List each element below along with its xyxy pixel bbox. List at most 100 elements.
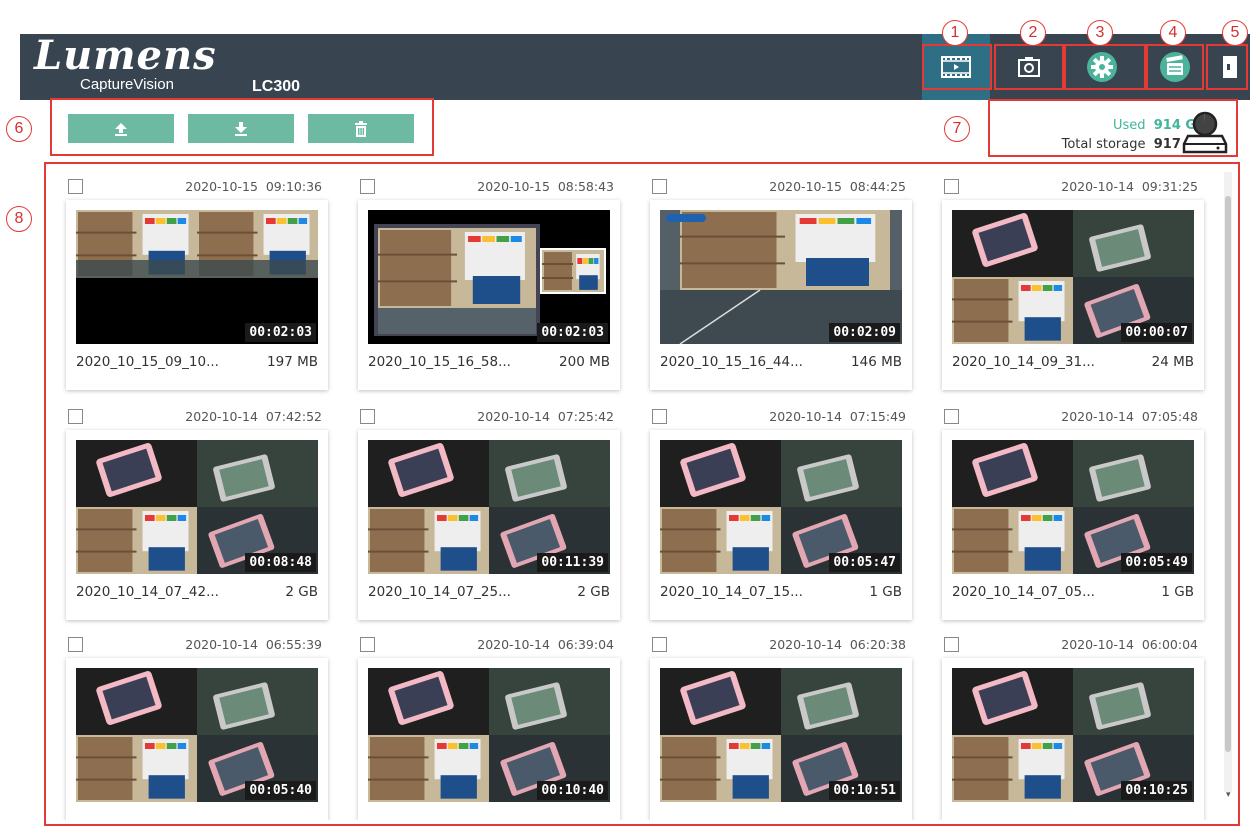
duration-badge: 00:02:03: [537, 323, 608, 342]
filmstrip-icon: [941, 56, 971, 78]
callout-2: 2: [1020, 20, 1046, 46]
duration-badge: 00:05:47: [829, 553, 900, 572]
video-thumbnail[interactable]: 00:10:25: [952, 668, 1194, 802]
recording-timestamp: 2020-10-14 07:42:52: [185, 409, 322, 424]
select-checkbox[interactable]: [652, 409, 667, 424]
duration-badge: 00:00:07: [1121, 323, 1192, 342]
select-checkbox[interactable]: [68, 637, 83, 652]
card-header: 2020-10-14 06:55:39: [50, 630, 334, 654]
duration-badge: 00:02:03: [245, 323, 316, 342]
recording-timestamp: 2020-10-14 06:20:38: [769, 637, 906, 652]
file-name: 2020_10_15_16_44...: [660, 354, 803, 370]
recording-card[interactable]: 2020-10-14 06:00:04 00:10:25: [926, 630, 1210, 820]
file-name: 2020_10_15_09_10...: [76, 354, 219, 370]
download-button[interactable]: [188, 114, 294, 143]
video-thumbnail[interactable]: 00:11:39: [368, 440, 610, 574]
select-checkbox[interactable]: [944, 637, 959, 652]
file-size: 2 GB: [285, 584, 318, 600]
recording-timestamp: 2020-10-15 09:10:36: [185, 179, 322, 194]
recording-tile[interactable]: 00:05:49 2020_10_14_07_05... 1 GB: [942, 430, 1204, 620]
card-header: 2020-10-15 09:10:36: [50, 172, 334, 196]
app-header: Lumens CaptureVision LC300: [20, 34, 1250, 100]
duration-badge: 00:05:40: [245, 781, 316, 800]
recording-tile[interactable]: 00:10:25: [942, 658, 1204, 820]
recording-card[interactable]: 2020-10-15 08:58:43 00:02:03 2020_10_15_…: [342, 172, 626, 390]
recording-card[interactable]: 2020-10-15 09:10:36 00:02:03 2020_10_15_…: [50, 172, 334, 390]
duration-badge: 00:02:09: [829, 323, 900, 342]
file-name: 2020_10_14_07_15...: [660, 584, 803, 600]
recording-tile[interactable]: 00:10:51: [650, 658, 912, 820]
callout-4: 4: [1160, 20, 1186, 46]
model-label: LC300: [252, 78, 301, 95]
recording-timestamp: 2020-10-15 08:58:43: [477, 179, 614, 194]
recording-tile[interactable]: 00:11:39 2020_10_14_07_25... 2 GB: [358, 430, 620, 620]
recording-card[interactable]: 2020-10-14 06:20:38 00:10:51: [634, 630, 918, 820]
video-thumbnail[interactable]: 00:00:07: [952, 210, 1194, 344]
card-header: 2020-10-14 07:42:52: [50, 402, 334, 426]
recording-timestamp: 2020-10-14 07:15:49: [769, 409, 906, 424]
video-thumbnail[interactable]: 00:02:03: [368, 210, 610, 344]
upload-icon: [115, 122, 127, 136]
select-checkbox[interactable]: [68, 179, 83, 194]
select-checkbox[interactable]: [652, 637, 667, 652]
video-thumbnail[interactable]: 00:05:49: [952, 440, 1194, 574]
duration-badge: 00:05:49: [1121, 553, 1192, 572]
callout-7: 7: [944, 116, 970, 142]
select-checkbox[interactable]: [360, 409, 375, 424]
recording-tile[interactable]: 00:10:40: [358, 658, 620, 820]
scroll-down-icon[interactable]: ▾: [1226, 790, 1231, 800]
recording-card[interactable]: 2020-10-14 06:55:39 00:05:40: [50, 630, 334, 820]
recording-timestamp: 2020-10-14 07:05:48: [1061, 409, 1198, 424]
file-size: 200 MB: [559, 354, 610, 370]
delete-button[interactable]: [308, 114, 414, 143]
recording-tile[interactable]: 00:02:03 2020_10_15_09_10... 197 MB: [66, 200, 328, 390]
recording-card[interactable]: 2020-10-14 07:05:48 00:05:49 2020_10_14_…: [926, 402, 1210, 620]
recording-timestamp: 2020-10-15 08:44:25: [769, 179, 906, 194]
recording-card[interactable]: 2020-10-14 09:31:25 00:00:07 2020_10_14_…: [926, 172, 1210, 390]
recording-card[interactable]: 2020-10-14 06:39:04 00:10:40: [342, 630, 626, 820]
recording-tile[interactable]: 00:08:48 2020_10_14_07_42... 2 GB: [66, 430, 328, 620]
upload-button[interactable]: [68, 114, 174, 143]
file-size: 1 GB: [1161, 584, 1194, 600]
logo: Lumens CaptureVision: [34, 36, 217, 94]
card-header: 2020-10-14 06:20:38: [634, 630, 918, 654]
scrollbar-thumb[interactable]: [1225, 196, 1231, 752]
video-thumbnail[interactable]: 00:10:51: [660, 668, 902, 802]
video-thumbnail[interactable]: 00:05:40: [76, 668, 318, 802]
video-thumbnail[interactable]: 00:05:47: [660, 440, 902, 574]
recording-card[interactable]: 2020-10-15 08:44:25 00:02:09 2020_10_15_…: [634, 172, 918, 390]
recording-card[interactable]: 2020-10-14 07:42:52 00:08:48 2020_10_14_…: [50, 402, 334, 620]
recording-timestamp: 2020-10-14 07:25:42: [477, 409, 614, 424]
file-size: 146 MB: [851, 354, 902, 370]
select-checkbox[interactable]: [652, 179, 667, 194]
callout-1: 1: [942, 20, 968, 46]
recording-card[interactable]: 2020-10-14 07:25:42 00:11:39 2020_10_14_…: [342, 402, 626, 620]
card-header: 2020-10-14 06:00:04: [926, 630, 1210, 654]
select-checkbox[interactable]: [360, 179, 375, 194]
recording-timestamp: 2020-10-14 06:55:39: [185, 637, 322, 652]
recording-tile[interactable]: 00:05:47 2020_10_14_07_15... 1 GB: [650, 430, 912, 620]
recording-timestamp: 2020-10-14 06:00:04: [1061, 637, 1198, 652]
recordings-grid[interactable]: 2020-10-15 09:10:36 00:02:03 2020_10_15_…: [50, 172, 1220, 820]
select-checkbox[interactable]: [68, 409, 83, 424]
recording-tile[interactable]: 00:05:40: [66, 658, 328, 820]
select-checkbox[interactable]: [944, 179, 959, 194]
duration-badge: 00:11:39: [537, 553, 608, 572]
recording-card[interactable]: 2020-10-14 07:15:49 00:05:47 2020_10_14_…: [634, 402, 918, 620]
select-checkbox[interactable]: [360, 637, 375, 652]
card-header: 2020-10-15 08:58:43: [342, 172, 626, 196]
video-thumbnail[interactable]: 00:02:03: [76, 210, 318, 344]
callout-6: 6: [6, 116, 32, 142]
video-thumbnail[interactable]: 00:08:48: [76, 440, 318, 574]
video-thumbnail[interactable]: 00:10:40: [368, 668, 610, 802]
file-name: 2020_10_14_07_25...: [368, 584, 511, 600]
recording-tile[interactable]: 00:02:03 2020_10_15_16_58... 200 MB: [358, 200, 620, 390]
file-name: 2020_10_14_09_31...: [952, 354, 1095, 370]
brand-name: Lumens: [34, 32, 217, 79]
recording-tile[interactable]: 00:02:09 2020_10_15_16_44... 146 MB: [650, 200, 912, 390]
recording-tile[interactable]: 00:00:07 2020_10_14_09_31... 24 MB: [942, 200, 1204, 390]
file-name: 2020_10_14_07_05...: [952, 584, 1095, 600]
select-checkbox[interactable]: [944, 409, 959, 424]
file-size: 197 MB: [267, 354, 318, 370]
video-thumbnail[interactable]: 00:02:09: [660, 210, 902, 344]
